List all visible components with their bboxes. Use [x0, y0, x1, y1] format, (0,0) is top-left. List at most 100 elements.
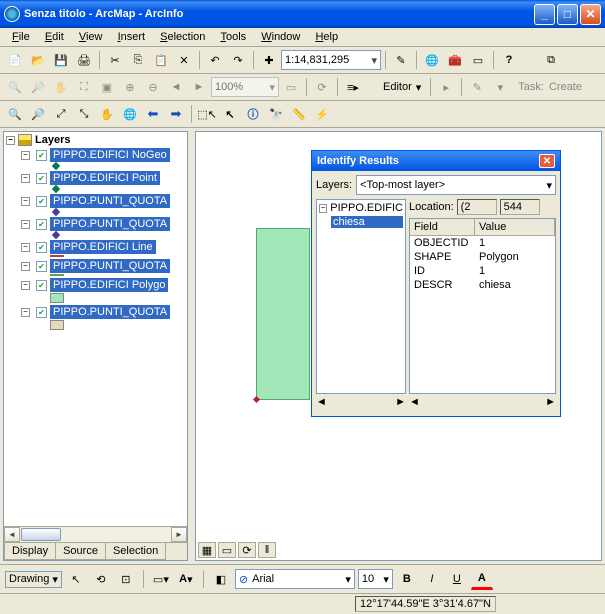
italic-button[interactable]: I: [421, 568, 443, 590]
data-view-tab[interactable]: ▦: [198, 542, 216, 558]
collapse-icon[interactable]: −: [21, 151, 30, 160]
undo-icon[interactable]: ↶: [204, 49, 226, 71]
layout-fixed-zoomout-icon[interactable]: ⊖: [142, 76, 164, 98]
collapse-icon[interactable]: −: [21, 174, 30, 183]
layer-checkbox[interactable]: ✔: [36, 261, 47, 272]
layer-item[interactable]: −✔PIPPO.EDIFICI NoGeo: [21, 148, 185, 162]
arccatalog-icon[interactable]: 🌐: [421, 49, 443, 71]
add-data-icon[interactable]: ✚: [258, 49, 280, 71]
layer-item[interactable]: −✔PIPPO.EDIFICI Polygo: [21, 278, 185, 292]
collapse-icon[interactable]: −: [6, 136, 15, 145]
menu-edit[interactable]: Edit: [39, 29, 70, 45]
cut-icon[interactable]: ✂: [104, 49, 126, 71]
data-frame-icon[interactable]: ▭: [280, 76, 302, 98]
layout-fixed-zoomin-icon[interactable]: ⊕: [119, 76, 141, 98]
grid-row[interactable]: SHAPEPolygon: [410, 250, 555, 264]
menu-help[interactable]: Help: [309, 29, 344, 45]
new-icon[interactable]: 📄: [4, 49, 26, 71]
full-extent-icon[interactable]: 🌐: [119, 103, 141, 125]
layout-pan-icon[interactable]: ✋: [50, 76, 72, 98]
sketch-dd-icon[interactable]: ▾: [489, 76, 511, 98]
layout-100-icon[interactable]: ▣: [96, 76, 118, 98]
layer-label[interactable]: PIPPO.PUNTI_QUOTA: [50, 259, 170, 273]
select-elements-icon[interactable]: ↖: [65, 568, 87, 590]
layers-combo[interactable]: <Top-most layer>▾: [356, 175, 556, 195]
layer-item[interactable]: −✔PIPPO.EDIFICI Line: [21, 240, 185, 254]
layer-item[interactable]: −✔PIPPO.PUNTI_QUOTA: [21, 305, 185, 319]
menu-insert[interactable]: Insert: [112, 29, 152, 45]
grid-row[interactable]: OBJECTID1: [410, 236, 555, 250]
rotate-icon[interactable]: ⟲: [90, 568, 112, 590]
minimize-button[interactable]: _: [534, 4, 555, 25]
prev-extent-icon[interactable]: ⬅: [142, 103, 164, 125]
save-icon[interactable]: 💾: [50, 49, 72, 71]
editor-menu[interactable]: Editor ▾: [378, 78, 426, 97]
pan-icon[interactable]: ✋: [96, 103, 118, 125]
location-x[interactable]: (2: [457, 199, 497, 215]
font-combo[interactable]: ⊘Arial▾: [235, 569, 355, 589]
paste-icon[interactable]: 📋: [150, 49, 172, 71]
layer-label[interactable]: PIPPO.EDIFICI Point: [50, 171, 160, 185]
whats-this-icon[interactable]: ?: [498, 49, 520, 71]
pause-draw-icon[interactable]: ‖: [258, 542, 276, 558]
collapse-icon[interactable]: −: [21, 308, 30, 317]
menu-file[interactable]: File: [6, 29, 36, 45]
layer-checkbox[interactable]: ✔: [36, 242, 47, 253]
feature-polygon[interactable]: [256, 228, 310, 400]
layout-zoomin-icon[interactable]: 🔍: [4, 76, 26, 98]
find-icon[interactable]: 🔭: [265, 103, 287, 125]
menu-tools[interactable]: Tools: [214, 29, 252, 45]
editor-toolbar-icon[interactable]: ✎: [390, 49, 412, 71]
identify-icon[interactable]: ⓘ: [242, 103, 264, 125]
command-line-icon[interactable]: ▭: [467, 49, 489, 71]
zoomout-icon[interactable]: 🔎: [27, 103, 49, 125]
location-y[interactable]: 544: [500, 199, 540, 215]
map-canvas[interactable]: Identify Results ✕ Layers: <Top-most lay…: [195, 131, 602, 561]
select-features-icon[interactable]: ⬚↖: [196, 103, 218, 125]
grid-header-value[interactable]: Value: [475, 219, 555, 235]
collapse-icon[interactable]: −: [21, 262, 30, 271]
layer-checkbox[interactable]: ✔: [36, 150, 47, 161]
layout-zoomout-icon[interactable]: 🔎: [27, 76, 49, 98]
scroll-left-icon[interactable]: ◄: [4, 527, 20, 542]
next-extent-icon[interactable]: ➡: [165, 103, 187, 125]
text-tool-icon[interactable]: A▾: [175, 568, 197, 590]
scroll-thumb[interactable]: [21, 528, 61, 541]
layer-item[interactable]: −✔PIPPO.PUNTI_QUOTA: [21, 194, 185, 208]
layer-label[interactable]: PIPPO.PUNTI_QUOTA: [50, 305, 170, 319]
layer-label[interactable]: PIPPO.PUNTI_QUOTA: [50, 194, 170, 208]
zoom-to-selected-icon[interactable]: ⊡: [115, 568, 137, 590]
zoomin-icon[interactable]: 🔍: [4, 103, 26, 125]
bold-button[interactable]: B: [396, 568, 418, 590]
refresh-view-icon[interactable]: ⟳: [238, 542, 256, 558]
layer-label[interactable]: PIPPO.EDIFICI Line: [50, 240, 156, 254]
grid-h-scrollbar[interactable]: ◄►: [409, 396, 556, 412]
scale-combo[interactable]: 1:14,831,295▾: [281, 50, 381, 70]
layer-label[interactable]: PIPPO.EDIFICI Polygo: [50, 278, 168, 292]
collapse-icon[interactable]: −: [21, 281, 30, 290]
collapse-icon[interactable]: −: [319, 204, 327, 213]
layer-item[interactable]: −✔PIPPO.EDIFICI Point: [21, 171, 185, 185]
layout-full-icon[interactable]: ⛶: [73, 76, 95, 98]
edit-tool-icon[interactable]: ▸: [435, 76, 457, 98]
scroll-right-icon[interactable]: ►: [171, 527, 187, 542]
menu-window[interactable]: Window: [255, 29, 306, 45]
tab-source[interactable]: Source: [55, 543, 106, 560]
maximize-button[interactable]: □: [557, 4, 578, 25]
print-icon[interactable]: 🖨: [73, 49, 95, 71]
toc-h-scrollbar[interactable]: ◄ ►: [4, 526, 187, 542]
copy-icon[interactable]: ⎘: [127, 49, 149, 71]
layout-next-icon[interactable]: ►: [188, 76, 210, 98]
overview-icon[interactable]: ⧉: [540, 49, 562, 71]
refresh-icon[interactable]: ⟳: [311, 76, 333, 98]
layer-checkbox[interactable]: ✔: [36, 219, 47, 230]
layer-checkbox[interactable]: ✔: [36, 307, 47, 318]
redo-icon[interactable]: ↷: [227, 49, 249, 71]
fixed-zoomout-icon[interactable]: ⤡: [73, 103, 95, 125]
rectangle-icon[interactable]: ▭▾: [150, 568, 172, 590]
layout-prev-icon[interactable]: ◄: [165, 76, 187, 98]
collapse-icon[interactable]: −: [21, 220, 30, 229]
toc-root[interactable]: − Layers: [6, 134, 185, 146]
font-color-icon[interactable]: A: [471, 568, 493, 590]
grid-header-field[interactable]: Field: [410, 219, 475, 235]
